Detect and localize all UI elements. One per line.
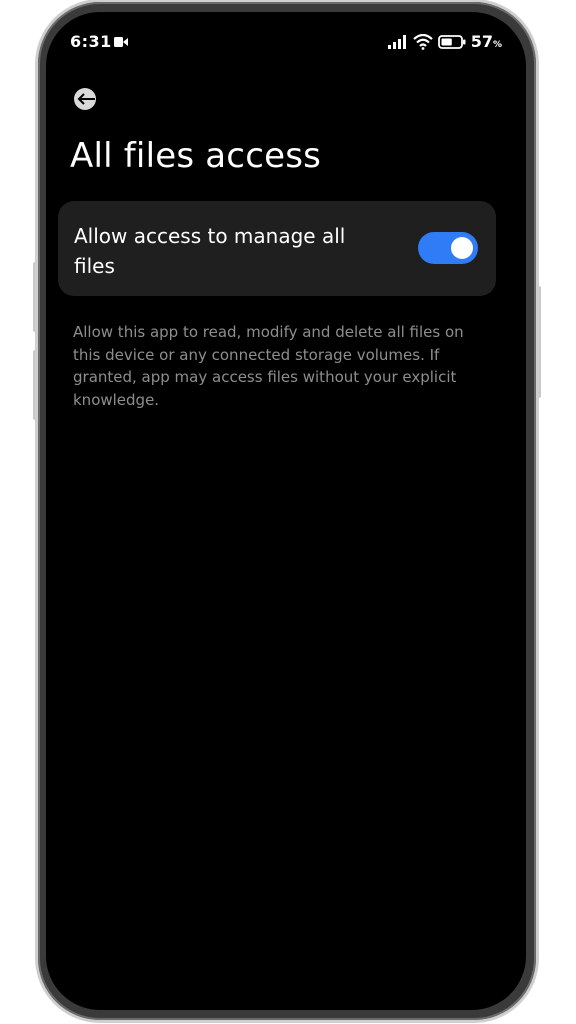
battery-percent-unit: % [492, 40, 502, 50]
battery-icon [437, 34, 466, 49]
phone-screen: 6:31 57% All files access Allow access t… [46, 12, 526, 1010]
manage-all-files-setting[interactable]: Allow access to manage all files [58, 201, 496, 296]
manage-all-files-toggle[interactable] [418, 232, 478, 264]
volume-down-button [33, 350, 37, 420]
status-time: 6:31 [70, 32, 112, 51]
status-icons: 57% [387, 32, 502, 51]
page-title: All files access [70, 136, 322, 176]
screen-record-icon [114, 37, 128, 47]
back-arrow-icon[interactable] [70, 84, 100, 114]
battery-percent-value: 57 [470, 32, 493, 51]
power-button [537, 286, 541, 398]
signal-icon [387, 34, 406, 49]
battery-percent-text: 57% [471, 32, 502, 51]
setting-label: Allow access to manage all files [74, 224, 346, 278]
permission-description: Allow this app to read, modify and delet… [73, 323, 464, 409]
toggle-knob [451, 237, 473, 259]
status-bar: 6:31 57% [70, 32, 502, 54]
volume-up-button [33, 262, 37, 332]
wifi-icon [412, 33, 433, 50]
